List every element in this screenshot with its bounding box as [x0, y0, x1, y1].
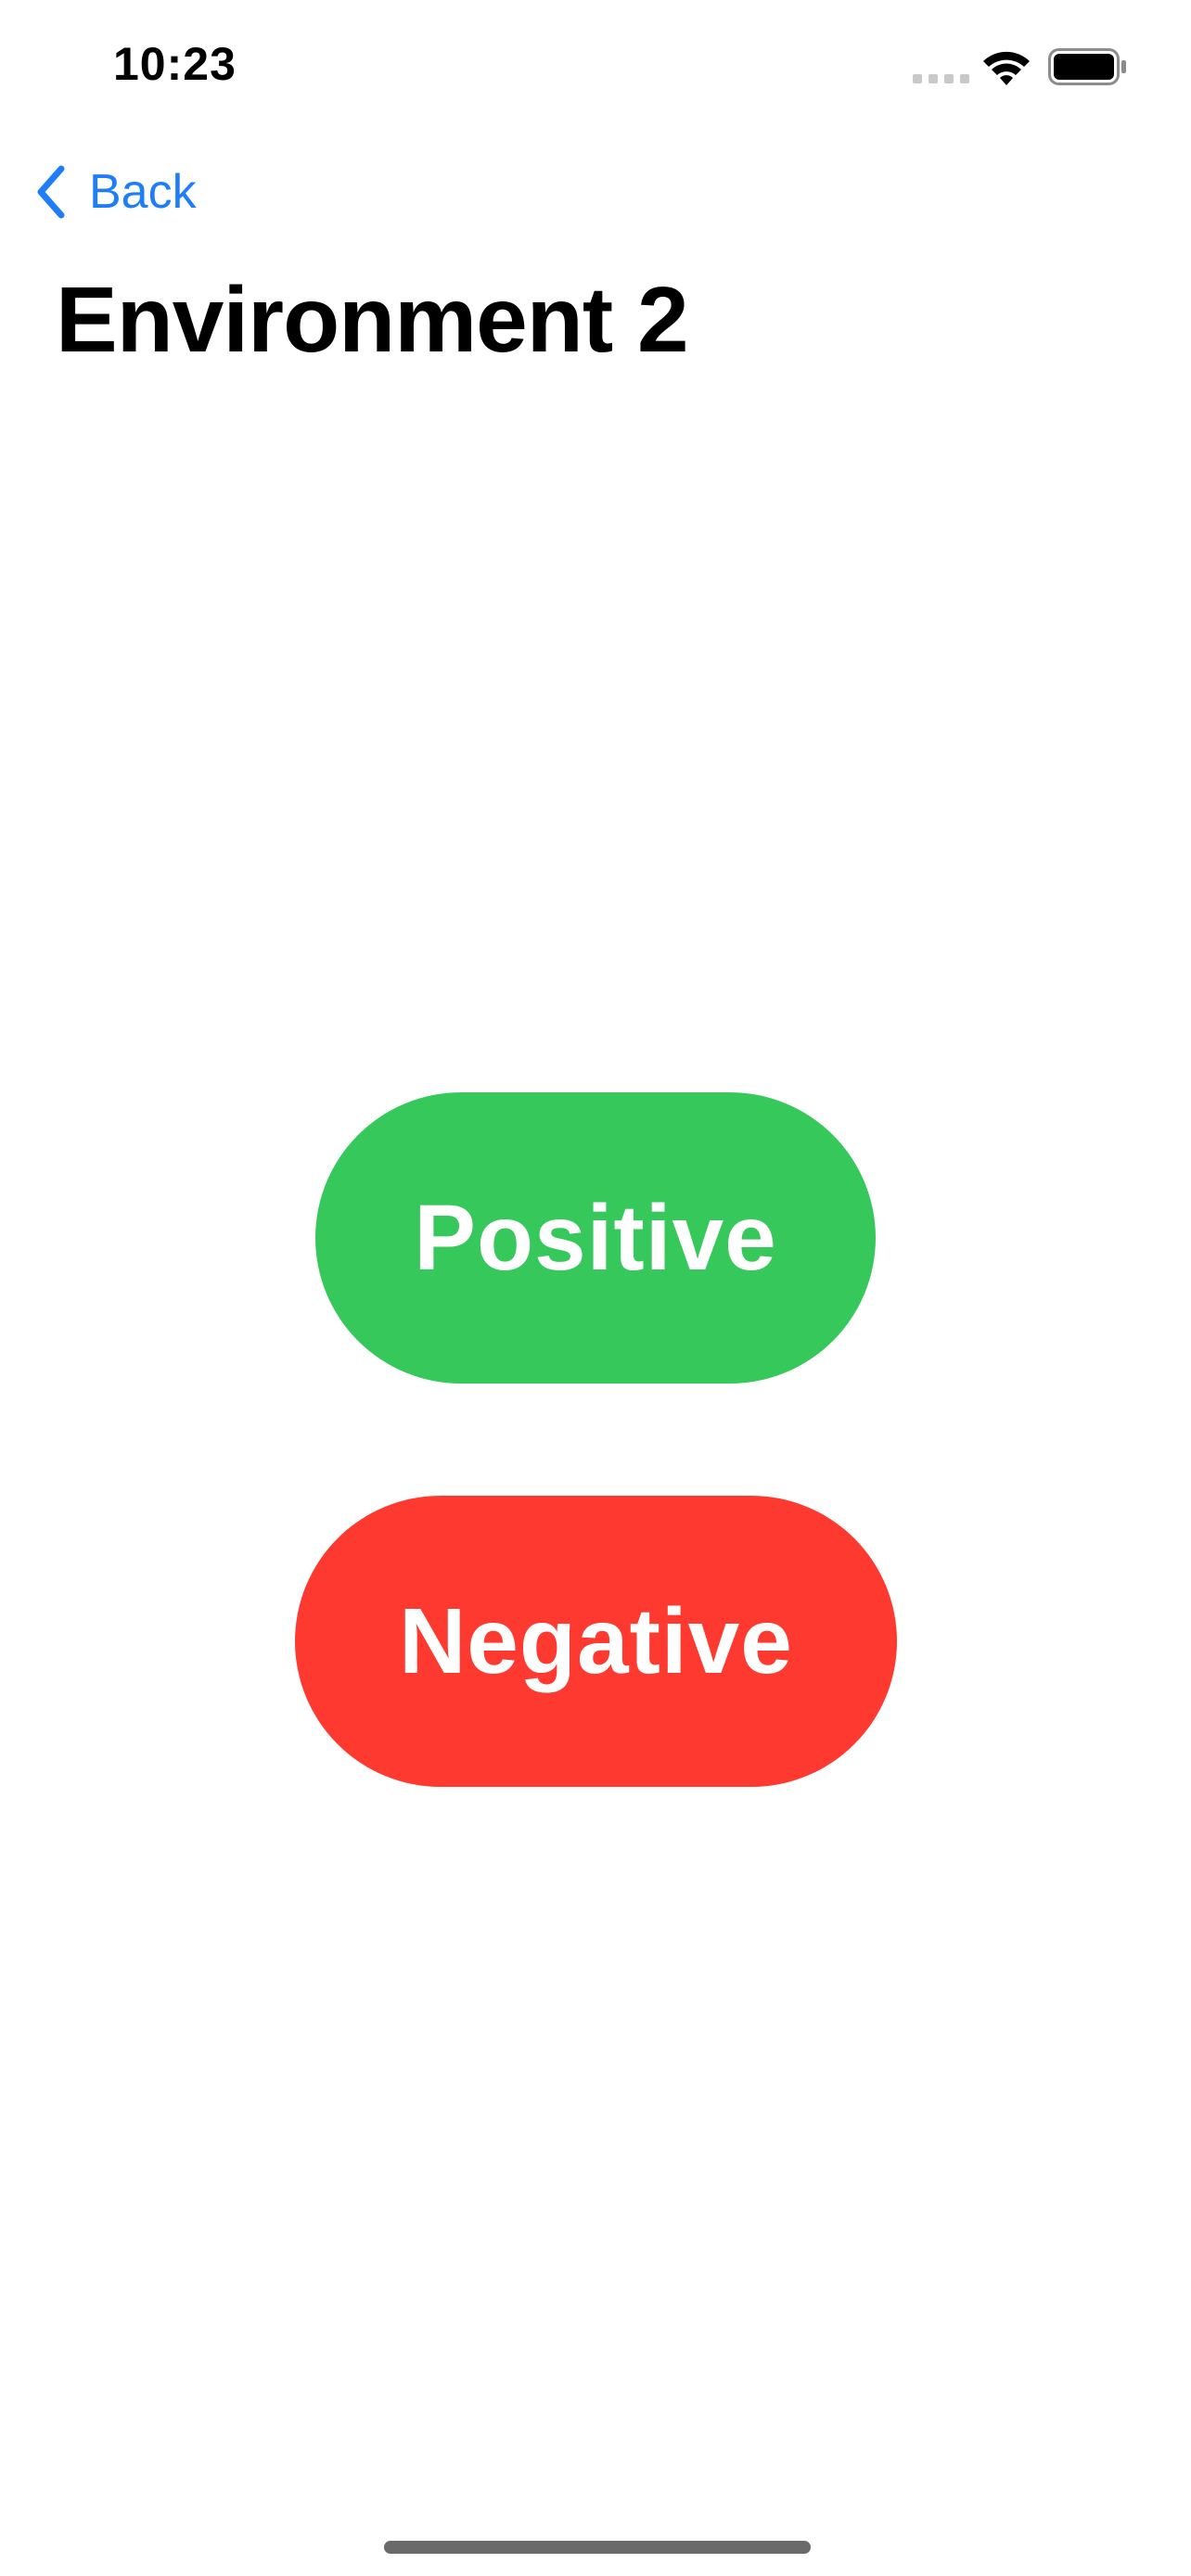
wifi-icon [983, 51, 1030, 85]
home-indicator [384, 2541, 811, 2554]
status-bar: 10:23 [0, 0, 1191, 130]
negative-button[interactable]: Negative [295, 1496, 897, 1787]
status-time: 10:23 [113, 38, 237, 90]
back-button[interactable]: Back [33, 159, 197, 224]
negative-button-label: Negative [399, 1588, 793, 1693]
page-title: Environment 2 [56, 268, 689, 372]
battery-icon [1048, 48, 1126, 85]
chevron-left-icon [37, 165, 65, 219]
positive-button-label: Positive [414, 1185, 777, 1290]
signal-dots-icon [913, 74, 969, 83]
back-label: Back [89, 165, 197, 219]
positive-button[interactable]: Positive [315, 1092, 876, 1384]
